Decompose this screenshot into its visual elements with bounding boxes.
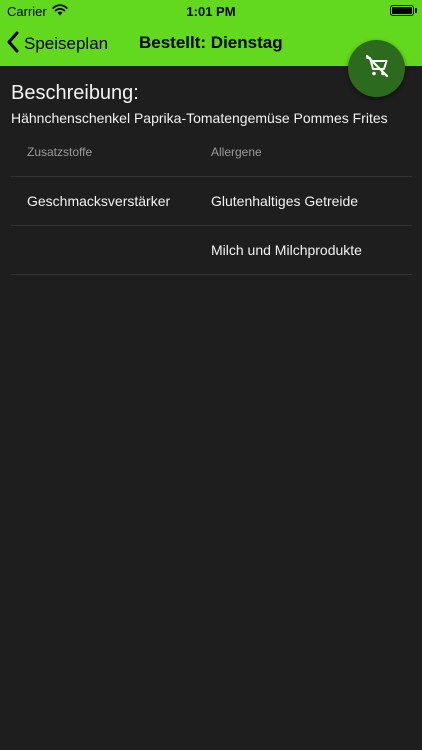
- ingredients-table: Zusatzstoffe Allergene Geschmacksverstär…: [11, 128, 412, 275]
- table-header-row: Zusatzstoffe Allergene: [11, 128, 412, 177]
- remove-from-cart-icon: [364, 53, 390, 84]
- back-button-label: Speiseplan: [24, 34, 109, 53]
- page-title: Bestellt: Dienstag: [139, 33, 283, 52]
- remove-from-cart-button[interactable]: [348, 40, 405, 97]
- chevron-left-icon: [6, 31, 20, 58]
- description-text: Hähnchenschenkel Paprika-Tomatengemüse P…: [11, 110, 388, 126]
- allergen-cell: Milch und Milchprodukte: [211, 242, 362, 258]
- back-button[interactable]: Speiseplan: [6, 30, 108, 58]
- column-header-allergens: Allergene: [211, 145, 262, 159]
- app-screen: Carrier 1:01 PM Speiseplan Bestellt: Die…: [0, 0, 422, 750]
- table-row: Milch und Milchprodukte: [11, 226, 412, 275]
- description-heading: Beschreibung:: [11, 82, 139, 104]
- status-time: 1:01 PM: [186, 4, 236, 19]
- battery-icon: [390, 5, 414, 16]
- table-row: Geschmacksverstärker Glutenhaltiges Getr…: [11, 177, 412, 226]
- status-bar: Carrier 1:01 PM: [0, 0, 422, 22]
- battery-cap: [415, 8, 417, 13]
- allergen-cell: Glutenhaltiges Getreide: [211, 193, 359, 209]
- column-header-additives: Zusatzstoffe: [27, 145, 93, 159]
- additive-cell: Geschmacksverstärker: [27, 193, 171, 209]
